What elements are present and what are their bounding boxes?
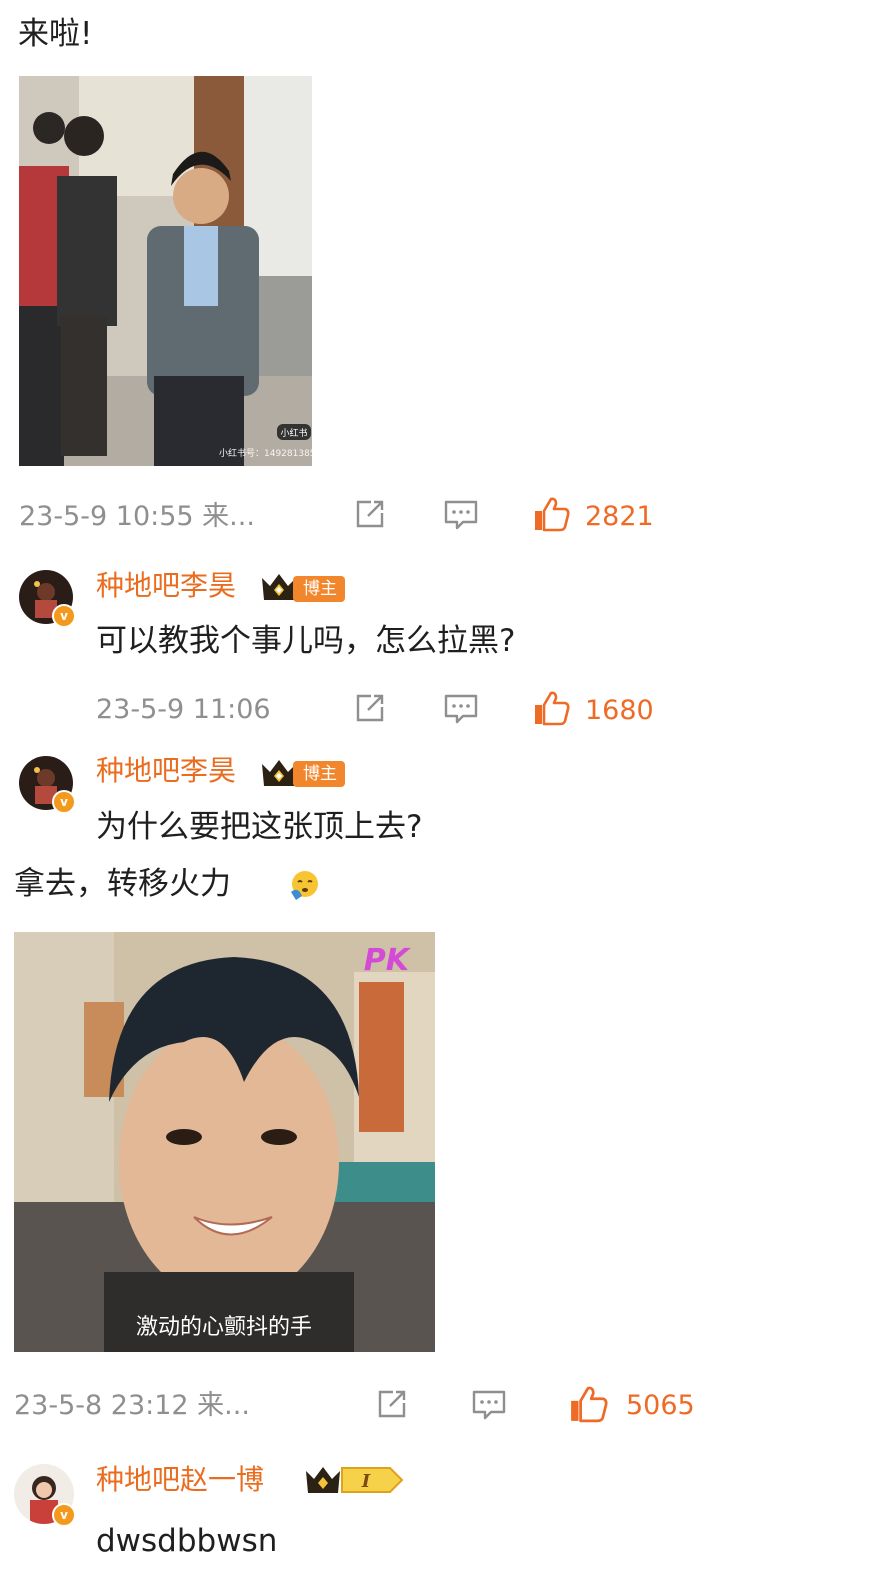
photo-caption: 小红书号：1492813859	[219, 447, 312, 459]
share-icon[interactable]	[353, 691, 387, 725]
verified-v-icon: v	[52, 1503, 76, 1527]
thumbs-up-icon[interactable]	[567, 1385, 609, 1423]
verified-v-icon: v	[52, 604, 76, 628]
comment-text: dwsdbbwsn	[96, 1523, 278, 1559]
share-icon[interactable]	[353, 497, 387, 531]
comment-text-line2: 拿去，转移火力	[14, 866, 231, 902]
level-label: I	[361, 1471, 371, 1492]
comment-timestamp: 23-5-9 11:06	[96, 694, 271, 725]
comment-text: 可以教我个事儿吗，怎么拉黑?	[96, 623, 516, 659]
crying-emoji-icon	[288, 868, 322, 902]
post-photo[interactable]: 小红书 小红书号：1492813859	[19, 76, 312, 466]
share-icon[interactable]	[375, 1387, 409, 1421]
username[interactable]: 种地吧李昊	[96, 569, 236, 603]
username[interactable]: 种地吧赵一博	[96, 1463, 264, 1497]
comment-icon[interactable]	[443, 692, 479, 726]
pk-label: PK	[364, 943, 412, 978]
meme-photo[interactable]: PK 激动的心颤抖的手	[14, 932, 435, 1352]
level-badge: I	[304, 1462, 406, 1498]
host-badge: 博主	[293, 761, 345, 787]
like-count: 2821	[585, 501, 654, 532]
comment-text: 为什么要把这张顶上去?	[96, 809, 423, 845]
meme-subtitle: 激动的心颤抖的手	[136, 1315, 312, 1340]
post-text: 来啦!	[18, 16, 93, 52]
post-photo-image: 小红书 小红书号：1492813859	[19, 76, 312, 466]
comment-timestamp: 23-5-8 23:12 来...	[14, 1390, 250, 1421]
meme-photo-image: PK 激动的心颤抖的手	[14, 932, 435, 1352]
verified-v-icon: v	[52, 790, 76, 814]
like-count: 1680	[585, 695, 654, 726]
like-count: 5065	[626, 1390, 695, 1421]
xiaohongshu-watermark: 小红书	[280, 427, 307, 439]
post-timestamp: 23-5-9 10:55 来...	[19, 501, 255, 532]
comment-icon[interactable]	[443, 498, 479, 532]
thumbs-up-icon[interactable]	[532, 690, 570, 726]
username[interactable]: 种地吧李昊	[96, 754, 236, 788]
thumbs-up-icon[interactable]	[532, 496, 570, 532]
comment-icon[interactable]	[471, 1388, 507, 1422]
host-badge: 博主	[293, 576, 345, 602]
